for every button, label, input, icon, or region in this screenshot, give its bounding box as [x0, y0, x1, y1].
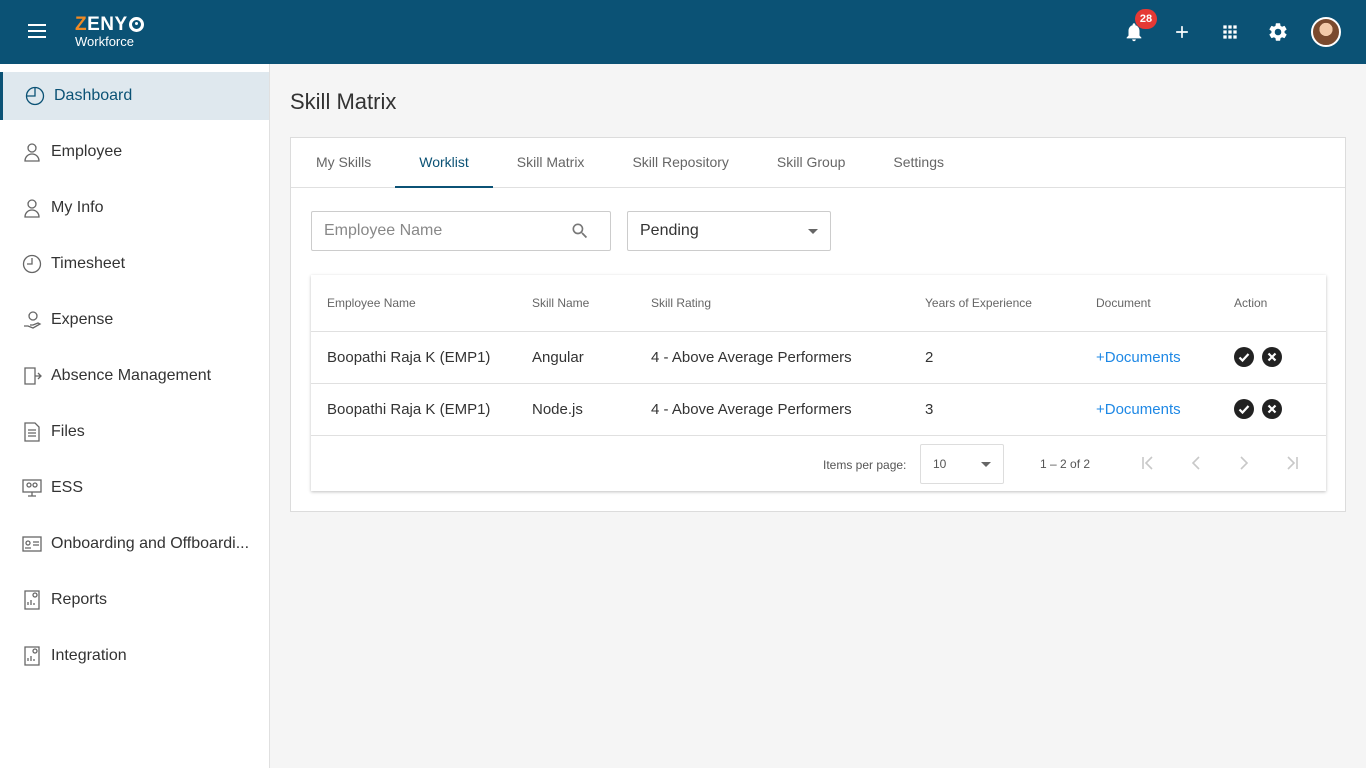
table-header-row: Employee Name Skill Name Skill Rating Ye…: [311, 275, 1326, 332]
sidebar-item-label: Expense: [51, 311, 114, 328]
notification-count-badge: 28: [1135, 9, 1157, 29]
cell-skill-rating: 4 - Above Average Performers: [651, 331, 925, 384]
page-range-label: 1 – 2 of 2: [1040, 457, 1091, 471]
sidebar-item-label: Reports: [51, 591, 108, 608]
sidebar-item-dashboard[interactable]: Dashboard: [0, 72, 269, 120]
cell-skill-name: Angular: [532, 331, 651, 384]
sidebar-item-label: ESS: [51, 479, 84, 496]
cell-skill-rating: 4 - Above Average Performers: [651, 383, 925, 436]
chevron-down-icon: [808, 229, 818, 234]
approve-check-icon[interactable]: [1234, 399, 1254, 419]
user-avatar[interactable]: [1311, 17, 1341, 47]
sidebar-item-timesheet[interactable]: Timesheet: [0, 240, 269, 288]
search-icon[interactable]: [570, 221, 590, 246]
reject-close-icon[interactable]: [1262, 347, 1283, 367]
sidebar-item-label: Files: [51, 423, 85, 440]
monitor-people-icon: [22, 478, 42, 498]
report-icon: [22, 590, 42, 610]
sidebar-item-employee[interactable]: Employee: [0, 128, 269, 176]
sidebar-item-expense[interactable]: Expense: [0, 296, 269, 344]
tab-my-skills[interactable]: My Skills: [292, 138, 395, 187]
items-per-page-label: Items per page:: [823, 458, 907, 472]
add-documents-link[interactable]: +Documents: [1096, 401, 1181, 418]
tab-worklist[interactable]: Worklist: [395, 138, 493, 188]
person-icon: [22, 142, 42, 162]
sidebar-item-label: Onboarding and Offboardi...: [51, 535, 250, 552]
sidebar-item-integration[interactable]: Integration: [0, 632, 269, 680]
column-header-action: Action: [1234, 275, 1326, 332]
sidebar-item-label: Timesheet: [51, 255, 126, 272]
add-icon[interactable]: [1168, 18, 1196, 46]
table-row: Boopathi Raja K (EMP1) Angular 4 - Above…: [311, 331, 1326, 384]
app-logo[interactable]: Z ENY Workforce: [75, 15, 144, 48]
document-icon: [22, 422, 42, 442]
column-header-skill-name[interactable]: Skill Name: [532, 275, 651, 332]
last-page-icon[interactable]: [1282, 453, 1302, 473]
column-header-employee-name[interactable]: Employee Name: [311, 275, 532, 332]
reject-close-icon[interactable]: [1262, 399, 1283, 419]
sidebar-item-label: My Info: [51, 199, 104, 216]
id-card-icon: [22, 534, 42, 554]
next-page-icon[interactable]: [1234, 453, 1254, 473]
cell-employee-name: Boopathi Raja K (EMP1): [311, 383, 532, 436]
report-icon: [22, 646, 42, 666]
sidebar-item-reports[interactable]: Reports: [0, 576, 269, 624]
apps-grid-icon[interactable]: [1216, 18, 1244, 46]
worklist-table: Employee Name Skill Name Skill Rating Ye…: [311, 275, 1326, 491]
column-header-document: Document: [1096, 275, 1234, 332]
cell-skill-name: Node.js: [532, 383, 651, 436]
logo-brand-text: ENY: [87, 14, 128, 35]
sidebar-item-my-info[interactable]: My Info: [0, 184, 269, 232]
page-size-value: 10: [933, 457, 947, 471]
sidebar-item-files[interactable]: Files: [0, 408, 269, 456]
employee-search-input[interactable]: [312, 212, 562, 250]
tab-skill-matrix[interactable]: Skill Matrix: [493, 138, 609, 187]
sidebar-item-onboarding[interactable]: Onboarding and Offboardi...: [0, 520, 269, 568]
menu-icon[interactable]: [28, 24, 52, 42]
column-header-years-experience[interactable]: Years of Experience: [925, 275, 1096, 332]
logo-subtitle: Workforce: [75, 34, 134, 49]
employee-search-field: [311, 211, 611, 251]
settings-gear-icon[interactable]: [1264, 18, 1292, 46]
tab-skill-repository[interactable]: Skill Repository: [608, 138, 752, 187]
money-hand-icon: [22, 310, 42, 330]
person-icon: [22, 198, 42, 218]
cell-years-experience: 3: [925, 383, 1096, 436]
sidebar-item-label: Integration: [51, 647, 127, 664]
tab-skill-group[interactable]: Skill Group: [753, 138, 869, 187]
paginator: Items per page: 10 1 – 2 of 2: [311, 435, 1326, 491]
cell-employee-name: Boopathi Raja K (EMP1): [311, 331, 532, 384]
status-filter-select[interactable]: Pending: [627, 211, 831, 251]
previous-page-icon[interactable]: [1186, 453, 1206, 473]
chevron-down-icon: [981, 462, 991, 467]
add-documents-link[interactable]: +Documents: [1096, 349, 1181, 366]
cell-years-experience: 2: [925, 331, 1096, 384]
pie-chart-icon: [25, 86, 45, 106]
tab-settings[interactable]: Settings: [869, 138, 968, 187]
page-title: Skill Matrix: [290, 89, 397, 114]
sidebar-item-label: Dashboard: [54, 87, 133, 104]
sidebar-item-ess[interactable]: ESS: [0, 464, 269, 512]
approve-check-icon[interactable]: [1234, 347, 1254, 367]
tab-bar: My Skills Worklist Skill Matrix Skill Re…: [291, 138, 1345, 188]
table-row: Boopathi Raja K (EMP1) Node.js 4 - Above…: [311, 383, 1326, 436]
status-filter-value: Pending: [640, 222, 699, 239]
top-app-bar: Z ENY Workforce: [0, 0, 1366, 64]
exit-door-icon: [22, 366, 42, 386]
sidebar-item-absence-management[interactable]: Absence Management: [0, 352, 269, 400]
first-page-icon[interactable]: [1138, 453, 1158, 473]
sidebar-item-label: Absence Management: [51, 367, 212, 384]
clock-icon: [22, 254, 42, 274]
page-size-select[interactable]: 10: [920, 444, 1004, 484]
column-header-skill-rating[interactable]: Skill Rating: [651, 275, 925, 332]
sidebar-nav: Dashboard Employee My Info Timesheet Exp…: [0, 64, 270, 768]
skill-matrix-card: My Skills Worklist Skill Matrix Skill Re…: [290, 137, 1346, 512]
sidebar-item-label: Employee: [51, 143, 123, 160]
